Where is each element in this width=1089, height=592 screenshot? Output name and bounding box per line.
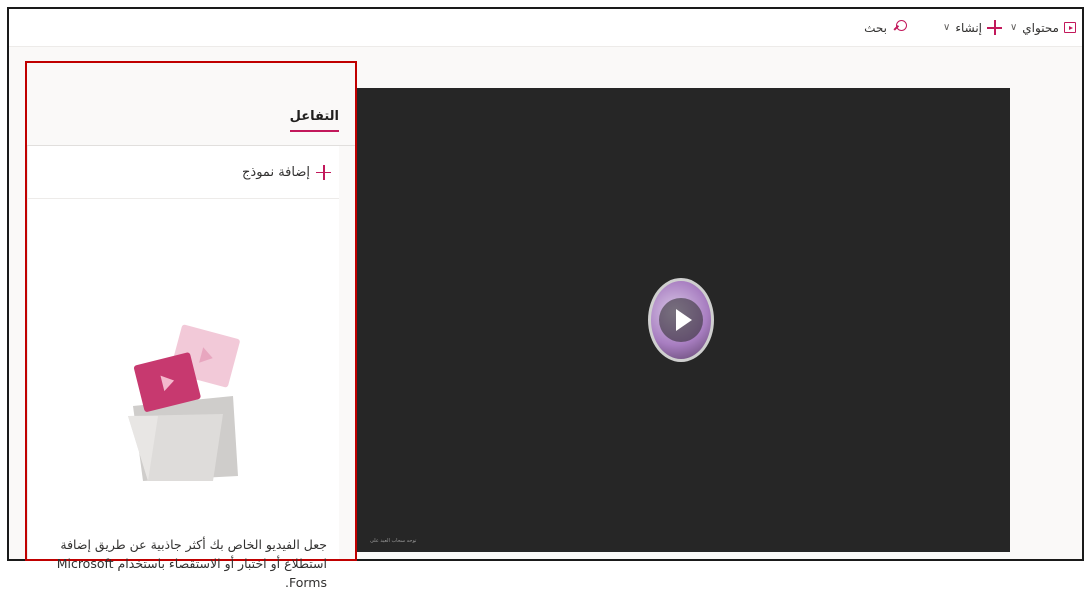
my-content-label: محتواي xyxy=(1022,20,1059,35)
stream-icon xyxy=(1064,22,1076,33)
panel-tab-row: التفاعل xyxy=(27,63,355,146)
play-button[interactable] xyxy=(659,298,703,342)
search-icon xyxy=(892,19,908,36)
plus-icon xyxy=(987,20,1002,35)
interactivity-card: إضافة نموذج جعل الفيديو الخاص بك أكثر جا… xyxy=(27,146,339,590)
my-content-menu[interactable]: محتواي ∨ xyxy=(1010,9,1076,46)
search-button[interactable]: بحث xyxy=(864,9,908,46)
empty-state-description: جعل الفيديو الخاص بك أكثر جاذبية عن طريق… xyxy=(56,537,327,590)
search-label: بحث xyxy=(864,20,887,35)
play-icon xyxy=(675,309,692,331)
chevron-down-icon: ∨ xyxy=(942,22,951,33)
video-caption: توحه سحاب العيد على xyxy=(370,538,417,544)
plus-icon xyxy=(316,164,331,180)
empty-state-illustration xyxy=(128,324,240,481)
chevron-down-icon: ∨ xyxy=(1009,22,1018,33)
create-label: إنشاء xyxy=(955,20,982,35)
video-player[interactable]: توحه سحاب العيد على xyxy=(356,88,1010,552)
video-thumbnail[interactable] xyxy=(648,278,714,362)
interactivity-panel: التفاعل إضافة نموذج جعل الفيديو الخاص بك… xyxy=(25,61,357,590)
top-navigation-bar: محتواي ∨ إنشاء ∨ بحث xyxy=(9,9,1082,47)
tab-interactivity[interactable]: التفاعل xyxy=(289,109,339,132)
app-window: محتواي ∨ إنشاء ∨ بحث توحه سحاب العيد على… xyxy=(7,7,1084,590)
add-form-label: إضافة نموذج xyxy=(242,164,310,180)
create-menu[interactable]: إنشاء ∨ xyxy=(943,9,1002,46)
add-form-button[interactable]: إضافة نموذج xyxy=(28,146,339,199)
